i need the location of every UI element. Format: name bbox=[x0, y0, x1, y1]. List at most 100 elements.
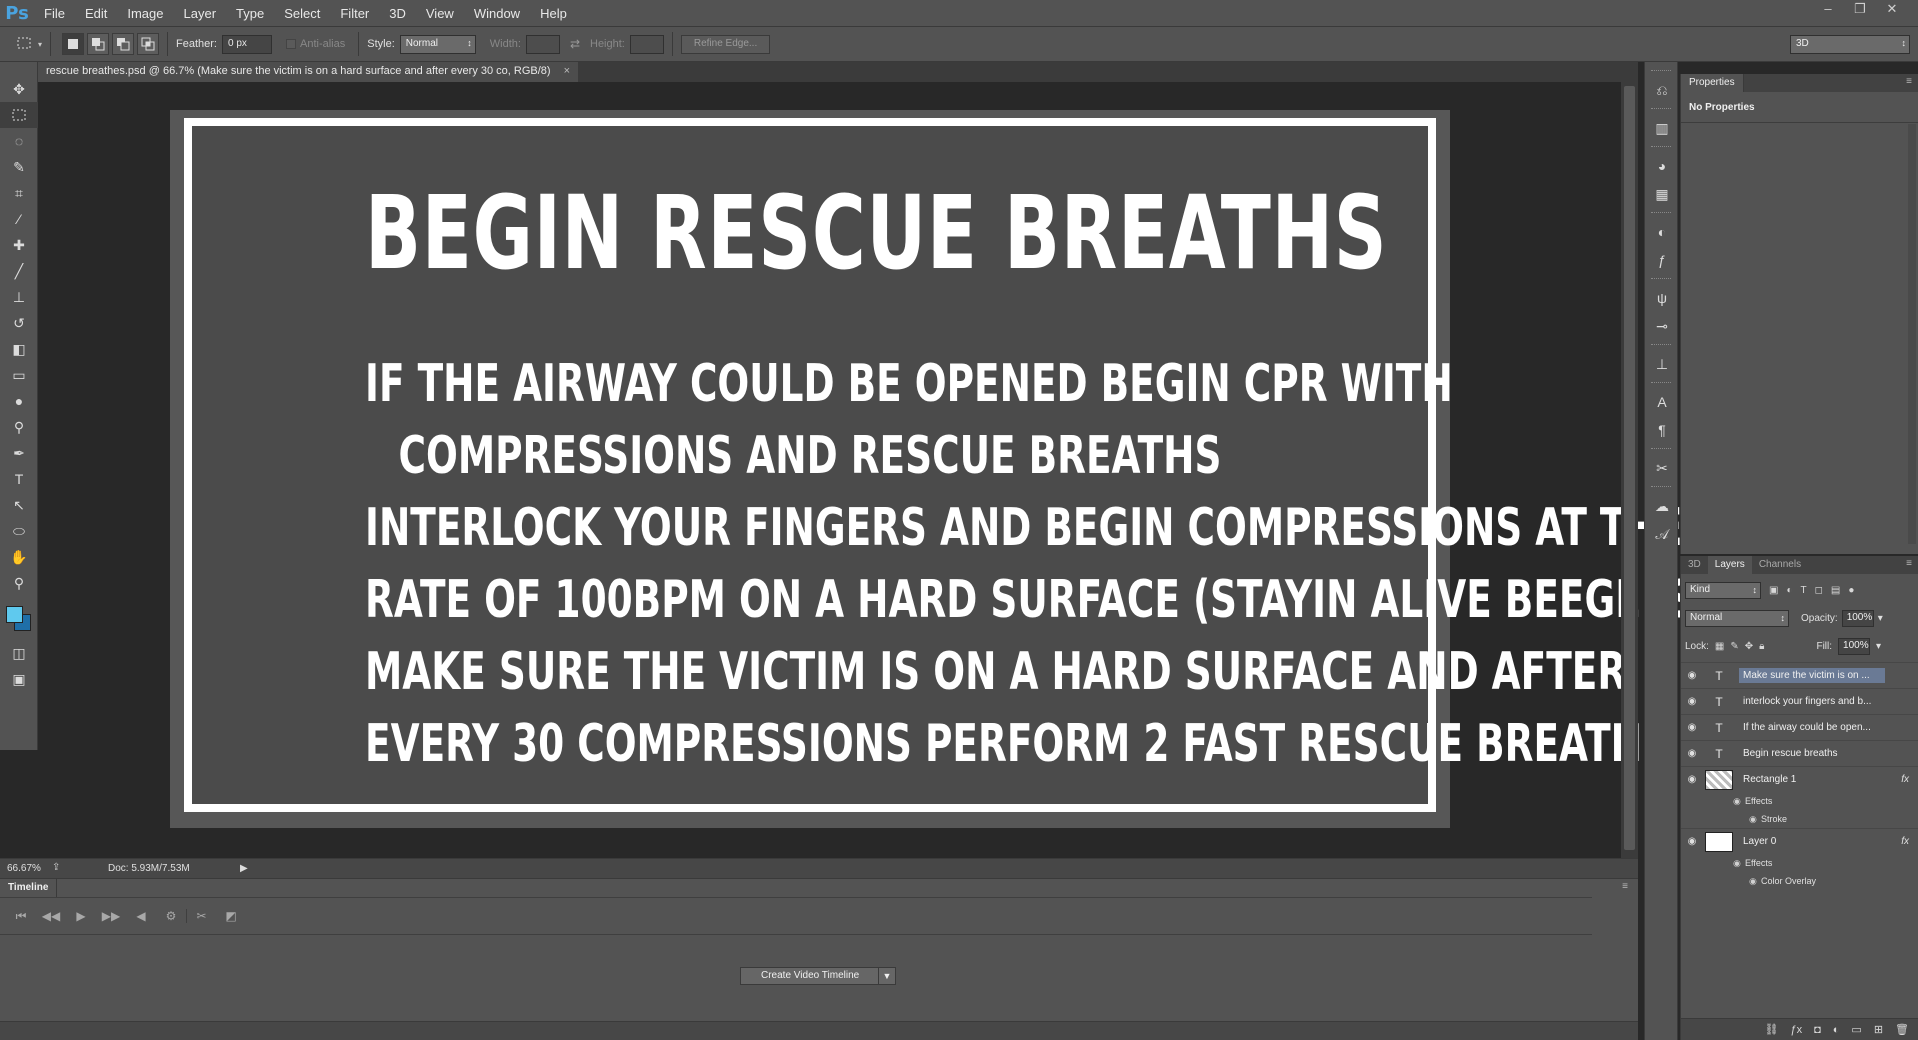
antialias-checkbox[interactable] bbox=[285, 39, 296, 49]
layer-name[interactable]: interlock your fingers and b... bbox=[1739, 694, 1885, 709]
subtract-selection-icon[interactable] bbox=[112, 33, 135, 55]
link-layers-icon[interactable]: ⛓ bbox=[1765, 1023, 1779, 1036]
strip-grip[interactable] bbox=[1651, 70, 1671, 72]
workspace-select[interactable]: 3D bbox=[1790, 35, 1910, 54]
blur-tool-icon[interactable]: ● bbox=[0, 388, 38, 414]
strip-grip[interactable] bbox=[1651, 486, 1671, 488]
strip-grip[interactable] bbox=[1651, 108, 1671, 110]
visibility-eye-icon[interactable]: ◉ bbox=[1681, 836, 1703, 847]
tool-presets-icon[interactable]: ✂ bbox=[1645, 454, 1679, 482]
transition-icon[interactable]: ◩ bbox=[216, 909, 246, 923]
width-input[interactable] bbox=[525, 34, 560, 54]
swap-dimensions-icon[interactable]: ⇄ bbox=[570, 37, 580, 51]
filter-type-icon[interactable]: T bbox=[1801, 585, 1807, 596]
visibility-eye-icon[interactable]: ◉ bbox=[1681, 696, 1703, 707]
effect-row[interactable]: ◉ Stroke bbox=[1681, 810, 1918, 828]
strip-grip[interactable] bbox=[1651, 448, 1671, 450]
first-frame-icon[interactable]: ⏮ bbox=[6, 909, 36, 924]
clone-source-icon[interactable]: ⊥ bbox=[1645, 350, 1679, 378]
new-selection-icon[interactable] bbox=[62, 33, 85, 55]
vertical-scrollbar[interactable] bbox=[1621, 82, 1638, 858]
effects-row[interactable]: ◉ Effects bbox=[1681, 792, 1918, 810]
ellipse-tool-icon[interactable]: ⬭ bbox=[0, 518, 38, 544]
styles-icon[interactable]: ƒ bbox=[1645, 246, 1679, 274]
filter-shape-icon[interactable]: ◻ bbox=[1815, 585, 1823, 596]
brush-tool-icon[interactable]: ╱ bbox=[0, 258, 38, 284]
status-menu-arrow-icon[interactable]: ▶ bbox=[240, 863, 248, 874]
crop-tool-icon[interactable]: ⌗ bbox=[0, 180, 38, 206]
previous-frame-icon[interactable]: ◀◀ bbox=[36, 909, 66, 923]
quick-select-tool-icon[interactable]: ✎ bbox=[0, 154, 38, 180]
refine-edge-button[interactable]: Refine Edge... bbox=[680, 34, 771, 54]
fill-input[interactable]: 100% bbox=[1838, 637, 1871, 655]
properties-scrollbar[interactable] bbox=[1908, 124, 1916, 544]
restore-button[interactable]: ❐ bbox=[1846, 0, 1874, 18]
minimize-button[interactable]: – bbox=[1814, 0, 1842, 18]
panel-menu-icon[interactable]: ≡ bbox=[1906, 76, 1912, 87]
next-frame-icon[interactable]: ▶▶ bbox=[96, 909, 126, 923]
layer-row[interactable]: ◉ Layer 0 fx bbox=[1681, 828, 1918, 854]
visibility-eye-icon[interactable]: ◉ bbox=[1749, 876, 1761, 887]
strip-grip[interactable] bbox=[1651, 382, 1671, 384]
screen-mode-icon[interactable]: ▣ bbox=[0, 666, 38, 692]
tab-3d[interactable]: 3D bbox=[1681, 556, 1708, 574]
lasso-tool-icon[interactable]: ◌ bbox=[0, 128, 38, 154]
visibility-eye-icon[interactable]: ◉ bbox=[1681, 748, 1703, 759]
filter-toggle-icon[interactable]: ● bbox=[1848, 585, 1854, 596]
menu-3d[interactable]: 3D bbox=[379, 6, 416, 21]
zoom-tool-icon[interactable]: ⚲ bbox=[0, 570, 38, 596]
visibility-eye-icon[interactable]: ◉ bbox=[1733, 858, 1745, 869]
marquee-tool-icon[interactable] bbox=[0, 102, 38, 128]
move-tool-icon[interactable]: ✥ bbox=[0, 76, 38, 102]
add-mask-icon[interactable]: ◘ bbox=[1814, 1024, 1821, 1036]
timeline-tab[interactable]: Timeline bbox=[0, 879, 58, 897]
layer-effects-icon[interactable]: fx bbox=[1901, 836, 1909, 847]
document-tab[interactable]: rescue breathes.psd @ 66.7% (Make sure t… bbox=[38, 62, 579, 82]
marquee-preset-icon[interactable] bbox=[14, 33, 36, 55]
history-brush-tool-icon[interactable]: ↺ bbox=[0, 310, 38, 336]
close-button[interactable]: ✕ bbox=[1878, 0, 1906, 18]
audio-icon[interactable]: ◀ bbox=[126, 909, 156, 923]
clone-stamp-tool-icon[interactable]: ⊥ bbox=[0, 284, 38, 310]
color-icon[interactable]: ◕ bbox=[1645, 152, 1679, 180]
zoom-level[interactable]: 66.67% bbox=[0, 863, 48, 874]
delete-layer-icon[interactable]: 🗑︎ bbox=[1895, 1023, 1909, 1036]
visibility-eye-icon[interactable]: ◉ bbox=[1681, 774, 1703, 785]
artboard[interactable]: Begin rescue breaths If the airway could… bbox=[170, 110, 1710, 828]
strip-grip[interactable] bbox=[1651, 146, 1671, 148]
play-icon[interactable]: ▶ bbox=[66, 909, 96, 923]
filter-kind-select[interactable]: Kind bbox=[1685, 581, 1761, 599]
menu-edit[interactable]: Edit bbox=[75, 6, 117, 21]
lock-pixels-icon[interactable]: ✎ bbox=[1730, 641, 1738, 652]
add-selection-icon[interactable] bbox=[87, 33, 110, 55]
style-select[interactable]: Normal bbox=[399, 34, 476, 54]
tab-channels[interactable]: Channels bbox=[1752, 556, 1808, 574]
settings-icon[interactable]: ⚙ bbox=[156, 909, 186, 923]
menu-image[interactable]: Image bbox=[117, 6, 173, 21]
visibility-eye-icon[interactable]: ◉ bbox=[1681, 670, 1703, 681]
layer-effects-icon[interactable]: fx bbox=[1901, 774, 1909, 785]
layer-row[interactable]: ◉ Rectangle 1 fx bbox=[1681, 766, 1918, 792]
menu-file[interactable]: File bbox=[34, 6, 75, 21]
history-icon[interactable]: ⎌ bbox=[1645, 76, 1679, 104]
eyedropper-tool-icon[interactable]: ⁄ bbox=[0, 206, 38, 232]
layer-row[interactable]: ◉ T Begin rescue breaths bbox=[1681, 740, 1918, 766]
paragraph-icon[interactable]: ¶ bbox=[1645, 416, 1679, 444]
type-tool-icon[interactable]: T bbox=[0, 466, 38, 492]
filter-adjustment-icon[interactable]: ◐ bbox=[1786, 585, 1792, 596]
filter-pixel-icon[interactable]: ▣ bbox=[1769, 585, 1778, 596]
menu-layer[interactable]: Layer bbox=[174, 6, 227, 21]
foreground-color-swatch[interactable] bbox=[6, 606, 23, 623]
panel-menu-icon[interactable]: ≡ bbox=[1906, 558, 1912, 569]
lock-position-icon[interactable]: ✥ bbox=[1745, 641, 1753, 652]
menu-select[interactable]: Select bbox=[274, 6, 330, 21]
feather-input[interactable]: 0 px bbox=[221, 34, 272, 54]
quick-mask-icon[interactable]: ◫ bbox=[0, 640, 38, 666]
menu-filter[interactable]: Filter bbox=[330, 6, 379, 21]
gradient-tool-icon[interactable]: ▭ bbox=[0, 362, 38, 388]
create-video-timeline-button[interactable]: Create Video Timeline bbox=[740, 967, 881, 985]
tab-layers[interactable]: Layers bbox=[1707, 556, 1752, 574]
adjustments-icon[interactable]: ◐ bbox=[1645, 218, 1679, 246]
pen-tool-icon[interactable]: ✒ bbox=[0, 440, 38, 466]
swatches-icon[interactable]: ▦ bbox=[1645, 180, 1679, 208]
